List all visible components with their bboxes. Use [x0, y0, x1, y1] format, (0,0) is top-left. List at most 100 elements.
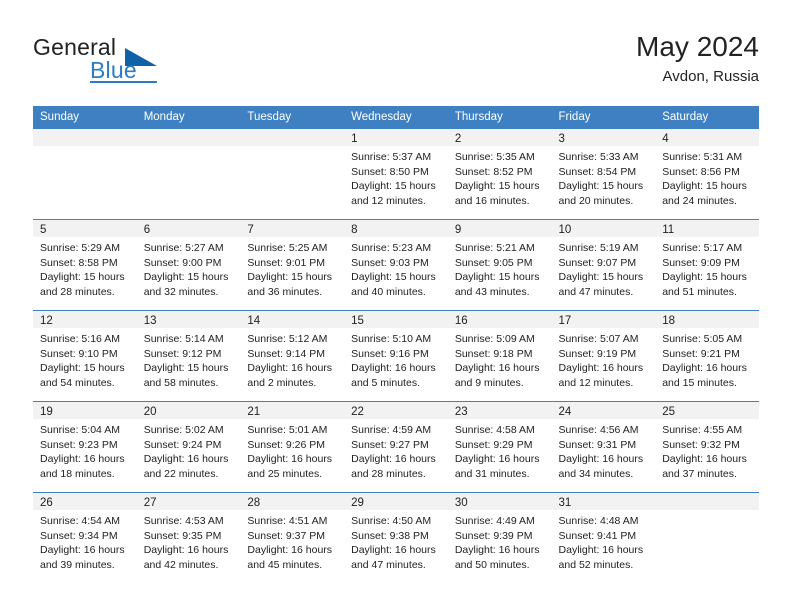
calendar-day-cell[interactable]: 11 Sunrise: 5:17 AM Sunset: 9:09 PM Dayligh… [655, 219, 759, 311]
calendar-day-cell[interactable]: 27 Sunrise: 4:53 AM Sunset: 9:35 PM Dayligh… [136, 492, 241, 583]
weekday-header-wednesday: Wednesday [344, 106, 448, 129]
day-details: Sunrise: 5:10 AM Sunset: 9:16 PM Daylight:… [344, 328, 448, 390]
calendar-day-cell[interactable]: 14 Sunrise: 5:12 AM Sunset: 9:14 PM Dayligh… [240, 310, 345, 402]
calendar-day-cell[interactable]: 26 Sunrise: 4:54 AM Sunset: 9:34 PM Dayligh… [33, 492, 137, 583]
daylight-text-line2: and 54 minutes. [40, 376, 115, 389]
day-details: Sunrise: 4:53 AM Sunset: 9:35 PM Daylight:… [137, 510, 241, 572]
sunset-text: Sunset: 9:12 PM [143, 347, 222, 360]
daylight-text-line2: and 24 minutes. [662, 194, 737, 207]
calendar-day-cell[interactable]: 24 Sunrise: 4:56 AM Sunset: 9:31 PM Dayligh… [551, 401, 656, 493]
day-details: Sunrise: 4:50 AM Sunset: 9:38 PM Daylight:… [344, 510, 448, 572]
sunset-text: Sunset: 9:16 PM [351, 347, 429, 360]
calendar-day-cell[interactable]: 2 Sunrise: 5:35 AM Sunset: 8:52 PM Daylight… [447, 128, 552, 220]
calendar-day-cell[interactable]: 22 Sunrise: 4:59 AM Sunset: 9:27 PM Dayligh… [344, 401, 448, 493]
calendar-day-cell[interactable]: 18 Sunrise: 5:05 AM Sunset: 9:21 PM Dayligh… [655, 310, 759, 402]
calendar-day-cell[interactable]: 4 Sunrise: 5:31 AM Sunset: 8:56 PM Daylight… [655, 128, 759, 220]
calendar-day-cell[interactable]: 25 Sunrise: 4:55 AM Sunset: 9:32 PM Dayligh… [655, 401, 759, 493]
day-details: Sunrise: 5:01 AM Sunset: 9:26 PM Daylight:… [240, 419, 344, 481]
daylight-text-line1: Daylight: 15 hours [662, 180, 747, 193]
calendar-day-cell[interactable]: 12 Sunrise: 5:16 AM Sunset: 9:10 PM Dayligh… [33, 310, 137, 402]
day-number: 1 [344, 129, 448, 146]
day-number: 23 [447, 402, 552, 419]
daylight-text-line1: Daylight: 15 hours [558, 271, 644, 284]
calendar-day-cell[interactable]: 9 Sunrise: 5:21 AM Sunset: 9:05 PM Daylight… [447, 219, 552, 311]
calendar-day-cell[interactable]: 23 Sunrise: 4:58 AM Sunset: 9:29 PM Dayligh… [447, 401, 552, 493]
day-number: 2 [447, 129, 552, 146]
calendar-day-cell[interactable]: 3 Sunrise: 5:33 AM Sunset: 8:54 PM Daylight… [551, 128, 656, 220]
day-number: 11 [655, 220, 759, 237]
day-number: 15 [344, 311, 448, 328]
calendar-day-cell[interactable]: 13 Sunrise: 5:14 AM Sunset: 9:12 PM Dayligh… [136, 310, 241, 402]
daylight-text-line2: and 47 minutes. [558, 285, 634, 298]
daylight-text-line2: and 5 minutes. [351, 376, 420, 389]
daylight-text-line1: Daylight: 15 hours [247, 271, 333, 284]
calendar-day-cell[interactable]: 28 Sunrise: 4:51 AM Sunset: 9:37 PM Dayligh… [240, 492, 345, 583]
weekday-header-monday: Monday [136, 106, 241, 129]
sunset-text: Sunset: 9:10 PM [40, 347, 118, 360]
daylight-text-line1: Daylight: 15 hours [143, 271, 229, 284]
daylight-text-line1: Daylight: 15 hours [454, 180, 540, 193]
sunrise-text: Sunrise: 5:02 AM [143, 424, 224, 436]
sunrise-text: Sunrise: 5:09 AM [454, 333, 535, 345]
calendar-day-cell[interactable]: 19 Sunrise: 5:04 AM Sunset: 9:23 PM Dayligh… [33, 401, 137, 493]
daylight-text-line2: and 12 minutes. [351, 194, 426, 207]
calendar-day-cell[interactable]: 8 Sunrise: 5:23 AM Sunset: 9:03 PM Daylight… [344, 219, 448, 311]
day-details: Sunrise: 5:17 AM Sunset: 9:09 PM Daylight:… [655, 237, 759, 299]
day-number: 16 [447, 311, 552, 328]
day-number: 22 [344, 402, 448, 419]
sunrise-text: Sunrise: 4:54 AM [40, 515, 120, 527]
sunset-text: Sunset: 9:27 PM [351, 438, 429, 451]
calendar-day-cell[interactable]: 21 Sunrise: 5:01 AM Sunset: 9:26 PM Dayligh… [240, 401, 345, 493]
daylight-text-line2: and 15 minutes. [662, 376, 737, 389]
day-number: 4 [655, 129, 759, 146]
sunset-text: Sunset: 8:56 PM [662, 165, 740, 178]
daylight-text-line2: and 28 minutes. [351, 467, 426, 480]
sunset-text: Sunset: 9:32 PM [662, 438, 740, 451]
daylight-text-line1: Daylight: 16 hours [454, 544, 540, 557]
sunrise-text: Sunrise: 4:55 AM [662, 424, 743, 436]
calendar-day-cell[interactable]: 29 Sunrise: 4:50 AM Sunset: 9:38 PM Dayligh… [344, 492, 448, 583]
day-details: Sunrise: 4:54 AM Sunset: 9:34 PM Daylight:… [33, 510, 137, 572]
calendar-day-cell[interactable]: 17 Sunrise: 5:07 AM Sunset: 9:19 PM Dayligh… [551, 310, 656, 402]
day-details: Sunrise: 5:31 AM Sunset: 8:56 PM Daylight:… [655, 146, 759, 208]
sunrise-text: Sunrise: 4:50 AM [351, 515, 432, 527]
calendar-cell-empty [655, 492, 759, 583]
sunrise-text: Sunrise: 4:56 AM [558, 424, 639, 436]
calendar-day-cell[interactable]: 20 Sunrise: 5:02 AM Sunset: 9:24 PM Dayligh… [136, 401, 241, 493]
day-number: 19 [33, 402, 137, 419]
general-blue-logo[interactable]: General Blue [33, 34, 253, 92]
daylight-text-line1: Daylight: 16 hours [143, 453, 229, 466]
calendar-day-cell[interactable]: 31 Sunrise: 4:48 AM Sunset: 9:41 PM Dayligh… [551, 492, 656, 583]
calendar-day-cell[interactable]: 10 Sunrise: 5:19 AM Sunset: 9:07 PM Dayligh… [551, 219, 656, 311]
calendar-day-cell[interactable]: 7 Sunrise: 5:25 AM Sunset: 9:01 PM Daylight… [240, 219, 345, 311]
sunrise-text: Sunrise: 5:29 AM [40, 242, 120, 254]
day-details: Sunrise: 5:25 AM Sunset: 9:01 PM Daylight:… [240, 237, 344, 299]
daylight-text-line1: Daylight: 16 hours [558, 362, 644, 375]
daylight-text-line2: and 12 minutes. [558, 376, 634, 389]
logo-underline [90, 81, 157, 83]
calendar-cell-empty [240, 128, 345, 220]
sunrise-text: Sunrise: 5:19 AM [558, 242, 639, 254]
calendar-day-cell[interactable]: 16 Sunrise: 5:09 AM Sunset: 9:18 PM Dayligh… [447, 310, 552, 402]
sunrise-text: Sunrise: 5:07 AM [558, 333, 639, 345]
sunrise-text: Sunrise: 4:49 AM [454, 515, 535, 527]
sunrise-text: Sunrise: 5:35 AM [454, 151, 535, 163]
sunset-text: Sunset: 8:50 PM [351, 165, 429, 178]
day-number: 21 [240, 402, 345, 419]
weekday-header-tuesday: Tuesday [240, 106, 345, 129]
sunset-text: Sunset: 9:14 PM [247, 347, 326, 360]
daylight-text-line1: Daylight: 15 hours [143, 362, 229, 375]
daylight-text-line1: Daylight: 15 hours [662, 271, 747, 284]
calendar-cell-empty [136, 128, 241, 220]
calendar-day-cell[interactable]: 5 Sunrise: 5:29 AM Sunset: 8:58 PM Daylight… [33, 219, 137, 311]
page-title: May 2024 [636, 31, 759, 62]
calendar-day-cell[interactable]: 1 Sunrise: 5:37 AM Sunset: 8:50 PM Daylight… [344, 128, 448, 220]
calendar-day-cell[interactable]: 15 Sunrise: 5:10 AM Sunset: 9:16 PM Dayligh… [344, 310, 448, 402]
sunrise-text: Sunrise: 5:21 AM [454, 242, 535, 254]
sunrise-text: Sunrise: 5:05 AM [662, 333, 743, 345]
calendar-day-cell[interactable]: 6 Sunrise: 5:27 AM Sunset: 9:00 PM Daylight… [136, 219, 241, 311]
sunrise-text: Sunrise: 4:51 AM [247, 515, 328, 527]
sunset-text: Sunset: 9:03 PM [351, 256, 429, 269]
calendar-day-cell[interactable]: 30 Sunrise: 4:49 AM Sunset: 9:39 PM Dayligh… [447, 492, 552, 583]
daylight-text-line2: and 9 minutes. [454, 376, 524, 389]
